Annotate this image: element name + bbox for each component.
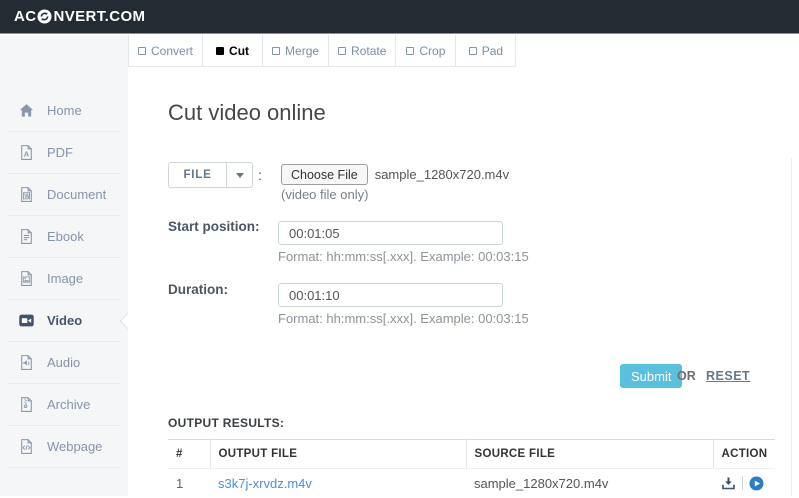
sidebar-item-video[interactable]: Video xyxy=(8,300,120,342)
table-row: 1 s3k7j-xrvdz.m4v sample_1280x720.m4v xyxy=(168,469,775,498)
checkbox-square-icon xyxy=(406,47,414,55)
sidebar-item-label: PDF xyxy=(47,145,73,160)
or-label: OR xyxy=(677,369,696,383)
sidebar-item-label: Home xyxy=(47,103,82,118)
top-header: AC NVERT.COM xyxy=(0,0,799,34)
duration-hint: Format: hh:mm:ss[.xxx]. Example: 00:03:1… xyxy=(278,311,529,326)
tab-cut[interactable]: Cut xyxy=(203,35,263,67)
brand-prefix: AC xyxy=(14,8,36,25)
word-document-icon: W xyxy=(18,186,35,203)
sidebar-item-audio[interactable]: Audio xyxy=(8,342,120,384)
cut-video-page: { "header": { "brand_prefix": "AC", "bra… xyxy=(0,0,799,496)
svg-text:W: W xyxy=(24,194,30,200)
file-source-label: FILE xyxy=(169,163,226,187)
tab-label: Crop xyxy=(419,44,445,58)
column-header-action: ACTION xyxy=(713,440,775,469)
mode-tabbar: Convert Cut Merge Rotate Crop Pad xyxy=(128,35,516,67)
duration-input[interactable] xyxy=(278,283,503,307)
tab-pad[interactable]: Pad xyxy=(456,35,516,67)
output-results-table: # OUTPUT FILE SOURCE FILE ACTION 1 s3k7j… xyxy=(168,439,775,498)
tab-convert[interactable]: Convert xyxy=(129,35,203,67)
checkbox-square-icon xyxy=(338,47,346,55)
checkbox-square-icon xyxy=(272,47,280,55)
sidebar-item-ebook[interactable]: Ebook xyxy=(8,216,120,258)
sidebar-item-webpage[interactable]: Webpage xyxy=(8,426,120,468)
file-type-note: (video file only) xyxy=(281,187,368,202)
start-position-label: Start position: xyxy=(168,219,260,234)
image-file-icon xyxy=(18,270,35,287)
sidebar-item-label: Video xyxy=(47,313,82,328)
tab-crop[interactable]: Crop xyxy=(396,35,456,67)
dropdown-caret[interactable] xyxy=(226,163,252,187)
download-icon xyxy=(721,476,736,491)
column-header-index: # xyxy=(168,440,210,469)
source-file-name: sample_1280x720.m4v xyxy=(466,469,713,498)
tab-label: Pad xyxy=(482,44,503,58)
sync-icon xyxy=(37,9,52,24)
home-icon xyxy=(18,102,35,119)
sidebar-item-pdf[interactable]: A PDF xyxy=(8,132,120,174)
sidebar-item-label: Archive xyxy=(47,397,90,412)
choose-file-button[interactable]: Choose File xyxy=(281,164,368,185)
checkbox-square-filled-icon xyxy=(216,47,224,55)
sidebar-item-document[interactable]: W Document xyxy=(8,174,120,216)
file-input-row: Choose File sample_1280x720.m4v xyxy=(281,164,509,185)
row-index: 1 xyxy=(168,469,210,498)
play-icon xyxy=(749,476,764,491)
tab-label: Convert xyxy=(151,44,193,58)
sidebar-nav: Home A PDF W Document Ebook xyxy=(0,35,128,496)
sidebar-item-label: Document xyxy=(47,187,106,202)
video-file-icon xyxy=(18,312,35,329)
sidebar-item-label: Audio xyxy=(47,355,80,370)
action-divider xyxy=(742,476,743,490)
right-edge-rule xyxy=(791,158,792,496)
start-position-hint: Format: hh:mm:ss[.xxx]. Example: 00:03:1… xyxy=(278,249,529,264)
ebook-icon xyxy=(18,228,35,245)
brand-logo[interactable]: AC NVERT.COM xyxy=(14,8,145,25)
selected-file-name: sample_1280x720.m4v xyxy=(375,167,509,182)
file-source-dropdown[interactable]: FILE xyxy=(168,162,253,188)
play-button[interactable] xyxy=(749,476,764,491)
tab-rotate[interactable]: Rotate xyxy=(329,35,396,67)
sidebar-item-label: Webpage xyxy=(47,439,102,454)
tab-merge[interactable]: Merge xyxy=(263,35,329,67)
output-results-title: OUTPUT RESULTS: xyxy=(168,416,284,430)
sidebar-item-image[interactable]: Image xyxy=(8,258,120,300)
duration-label: Duration: xyxy=(168,282,228,297)
sidebar-item-archive[interactable]: Archive xyxy=(8,384,120,426)
checkbox-square-icon xyxy=(469,47,477,55)
page-title: Cut video online xyxy=(168,100,326,126)
tab-label: Merge xyxy=(285,44,319,58)
column-header-source-file: SOURCE FILE xyxy=(466,440,713,469)
file-row-separator: : xyxy=(258,167,262,183)
output-file-link[interactable]: s3k7j-xrvdz.m4v xyxy=(218,476,312,491)
column-header-output-file: OUTPUT FILE xyxy=(210,440,466,469)
submit-button[interactable]: Submit xyxy=(620,364,682,388)
reset-link[interactable]: RESET xyxy=(706,369,750,383)
row-actions xyxy=(721,476,775,491)
sidebar-item-label: Ebook xyxy=(47,229,84,244)
brand-suffix: NVERT.COM xyxy=(53,8,145,25)
sidebar-item-home[interactable]: Home xyxy=(8,90,120,132)
caret-down-icon xyxy=(236,173,244,178)
checkbox-square-icon xyxy=(138,47,146,55)
archive-file-icon xyxy=(18,396,35,413)
sidebar-item-label: Image xyxy=(47,271,83,286)
audio-file-icon xyxy=(18,354,35,371)
pdf-file-icon: A xyxy=(18,144,35,161)
tab-label: Cut xyxy=(229,44,249,58)
download-button[interactable] xyxy=(721,476,736,491)
table-header-row: # OUTPUT FILE SOURCE FILE ACTION xyxy=(168,440,775,469)
start-position-input[interactable] xyxy=(278,221,503,245)
tab-label: Rotate xyxy=(351,44,386,58)
webpage-file-icon xyxy=(18,438,35,455)
svg-text:A: A xyxy=(24,150,30,159)
